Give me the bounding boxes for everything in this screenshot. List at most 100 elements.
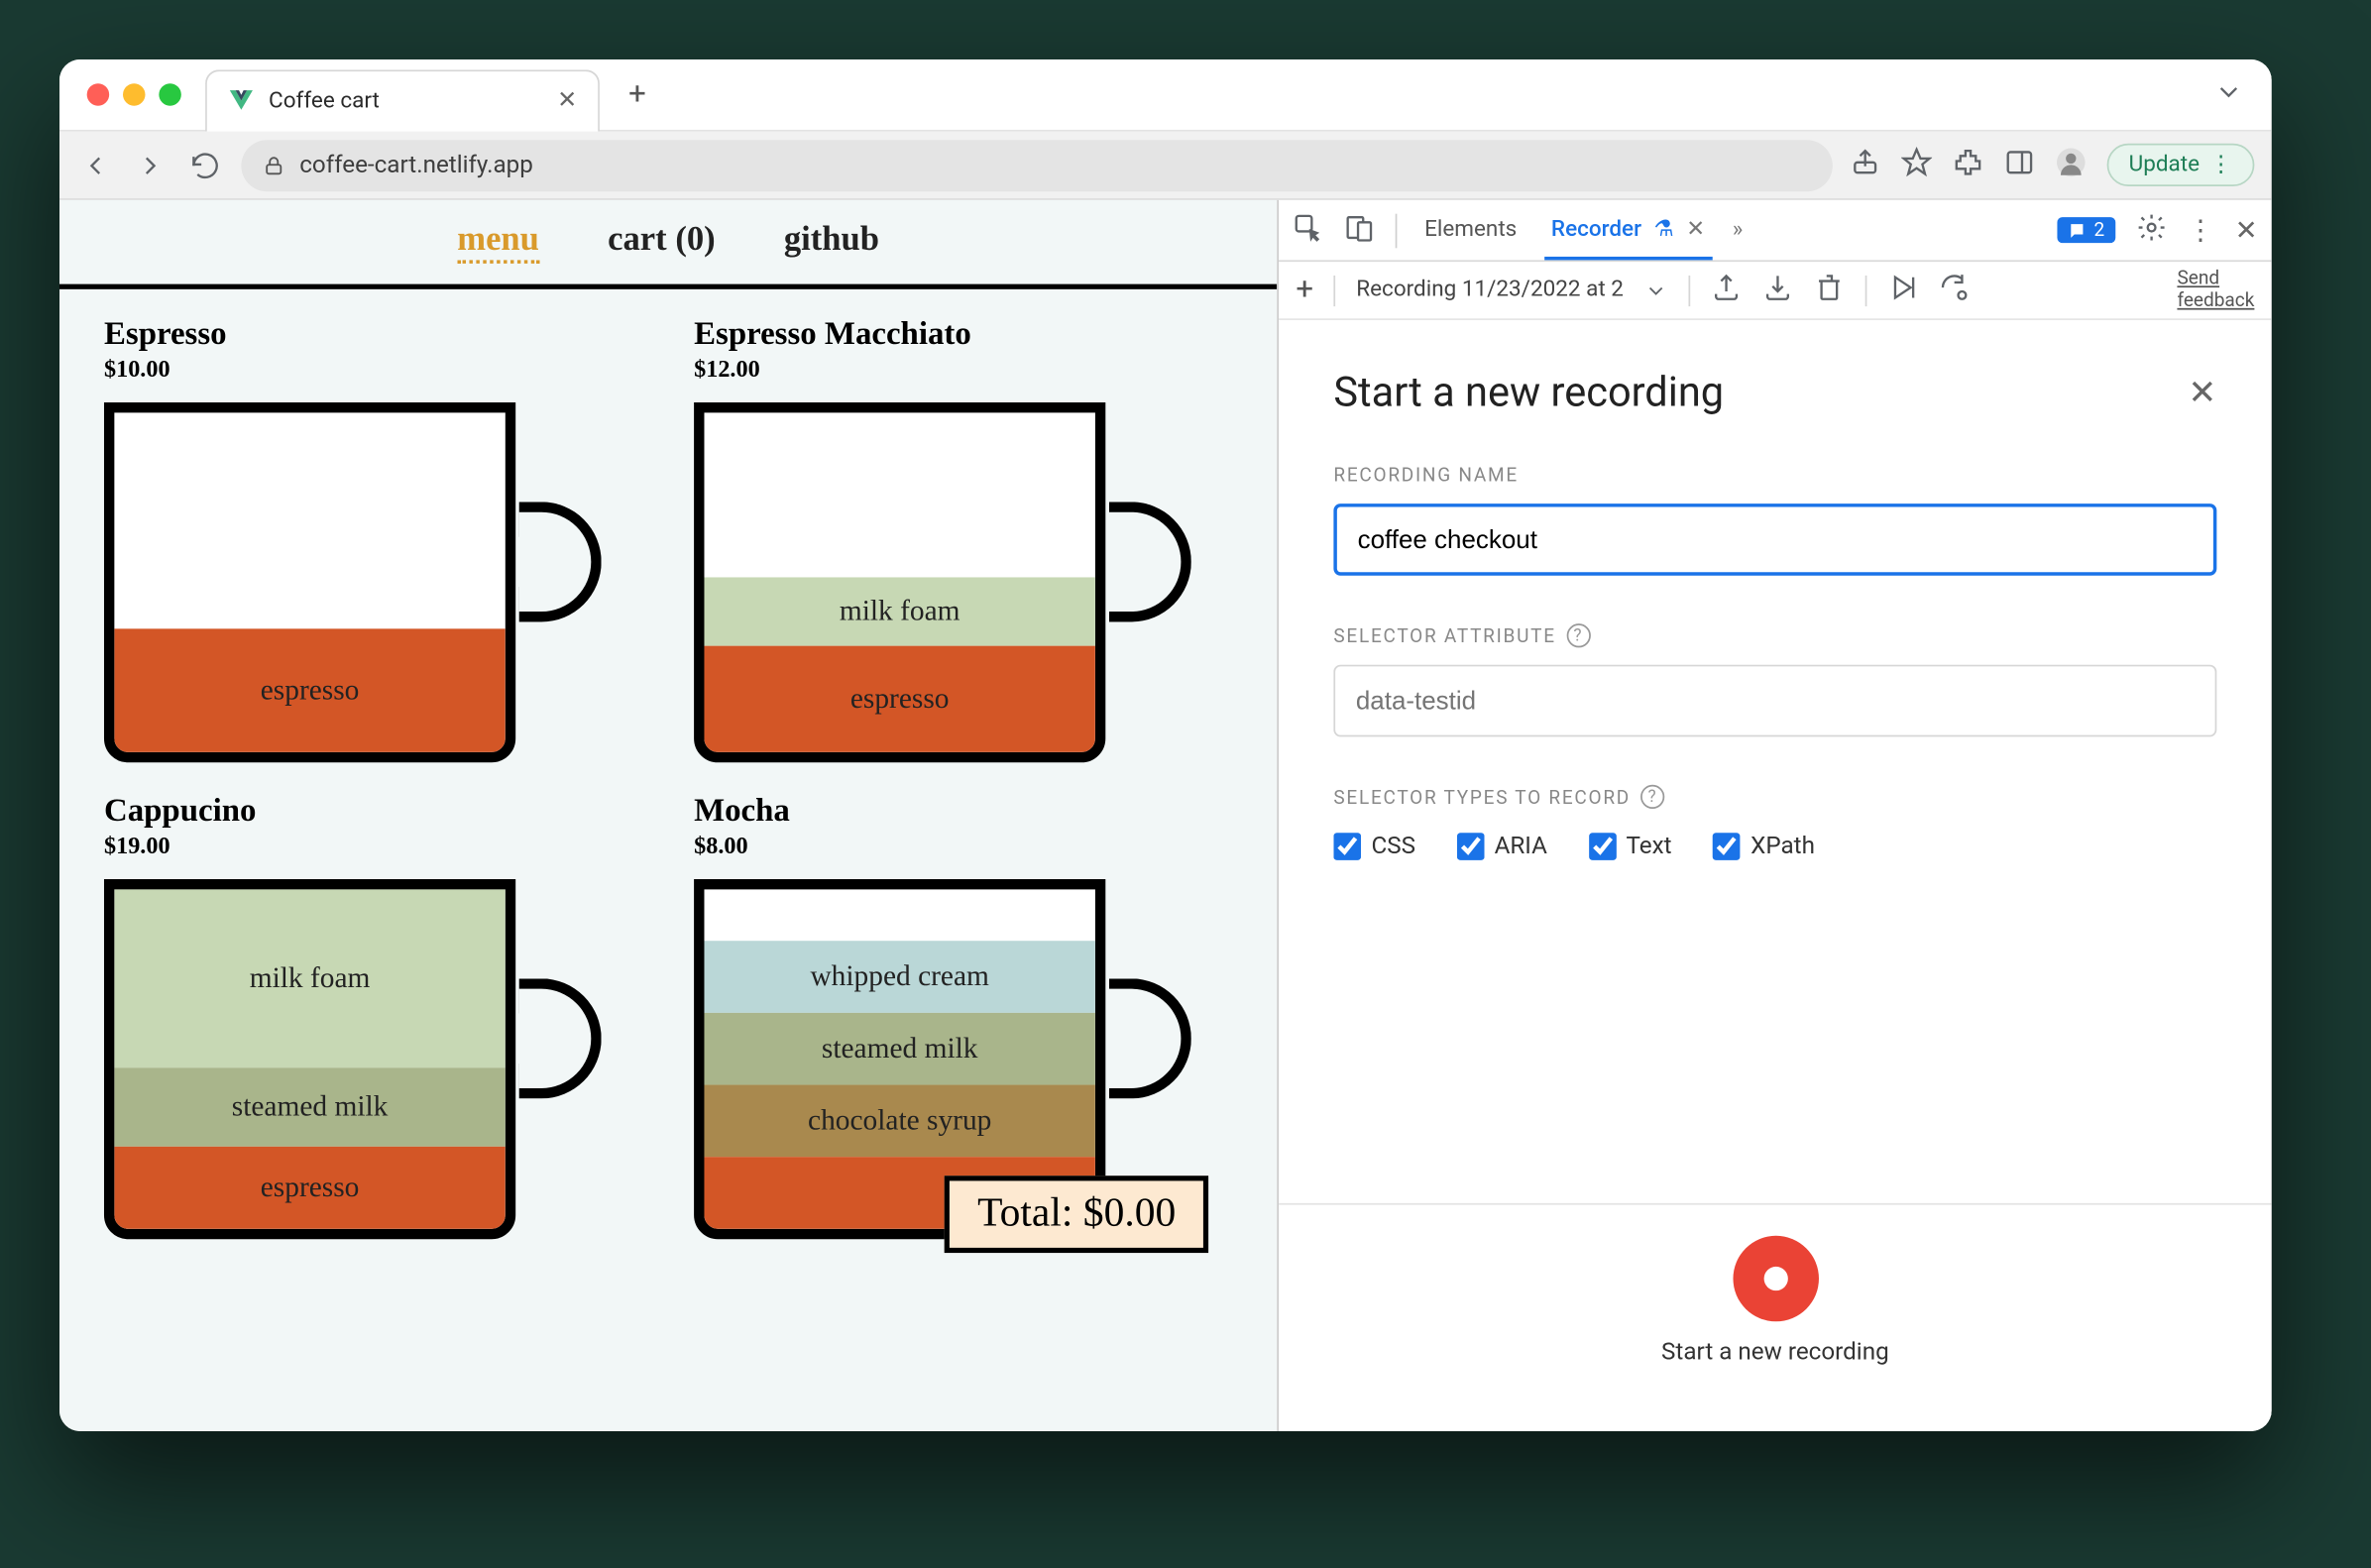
cup-handle-icon	[1109, 502, 1191, 621]
send-feedback-link[interactable]: Send feedback	[2177, 270, 2254, 311]
issues-badge[interactable]: 2	[2058, 217, 2114, 243]
check-text[interactable]: Text	[1588, 833, 1671, 860]
window-titlebar: Coffee cart ✕ +	[59, 59, 2272, 132]
selector-types-label: SELECTOR TYPES TO RECORD ?	[1333, 785, 2216, 809]
omnibox[interactable]: coffee-cart.netlify.app	[241, 139, 1832, 190]
coffee-layer: whipped cream	[704, 941, 1094, 1013]
gear-icon[interactable]	[2135, 211, 2166, 249]
check-css[interactable]: CSS	[1333, 833, 1415, 860]
record-button[interactable]	[1733, 1236, 1819, 1322]
product-name: Espresso Macchiato	[694, 317, 1232, 355]
product-price: $19.00	[104, 835, 642, 862]
flask-icon: ⚗	[1654, 216, 1674, 242]
close-window-icon[interactable]	[87, 83, 109, 105]
close-tab-icon[interactable]: ✕	[1686, 216, 1705, 242]
devtools-tab-strip: Elements Recorder ⚗ ✕ » 2 ⋮ ✕	[1279, 200, 2272, 262]
coffee-cup-icon: espressomilk foam	[694, 402, 1105, 762]
coffee-layer: milk foam	[704, 577, 1094, 645]
help-icon[interactable]: ?	[1640, 785, 1664, 809]
tab-recorder[interactable]: Recorder ⚗ ✕	[1544, 202, 1712, 259]
import-icon[interactable]	[1762, 272, 1793, 309]
browser-tab[interactable]: Coffee cart ✕	[205, 69, 600, 131]
coffee-layer: espresso	[114, 1147, 505, 1229]
panel-title: Start a new recording	[1333, 368, 1724, 415]
product-name: Mocha	[694, 793, 1232, 831]
vue-icon	[228, 87, 256, 115]
help-icon[interactable]: ?	[1566, 623, 1590, 647]
coffee-cup-icon: espressosteamed milkmilk foam	[104, 879, 515, 1239]
close-devtools-icon[interactable]: ✕	[2235, 214, 2258, 247]
product-name: Espresso	[104, 317, 642, 355]
page-nav: menu cart (0) github	[59, 200, 1277, 284]
recorder-toolbar: + Recording 11/23/2022 at 2 Send feedbac…	[1279, 262, 2272, 320]
extensions-icon[interactable]	[1952, 146, 1982, 183]
web-page: menu cart (0) github Espresso $10.00 espre…	[59, 200, 1277, 1431]
selector-attribute-label: SELECTOR ATTRIBUTE ?	[1333, 623, 2216, 647]
share-icon[interactable]	[1850, 146, 1880, 183]
replay-settings-icon[interactable]	[1939, 272, 1970, 309]
tabs-menu-icon[interactable]	[2213, 75, 2244, 113]
coffee-layer: steamed milk	[114, 1067, 505, 1147]
total-badge[interactable]: Total: $0.00	[945, 1176, 1208, 1253]
coffee-layer: steamed milk	[704, 1013, 1094, 1085]
coffee-layer: milk foam	[114, 889, 505, 1067]
selector-attribute-input[interactable]	[1333, 665, 2216, 737]
traffic-lights	[87, 83, 181, 105]
back-button[interactable]	[76, 146, 114, 183]
coffee-layer: chocolate syrup	[704, 1085, 1094, 1158]
cup-handle-icon	[1109, 978, 1191, 1098]
lock-icon	[262, 153, 285, 176]
check-xpath[interactable]: XPath	[1713, 833, 1815, 860]
kebab-icon[interactable]: ⋮	[2187, 214, 2214, 247]
delete-icon[interactable]	[1814, 272, 1845, 309]
product-card[interactable]: Espresso $10.00 espresso	[104, 317, 642, 763]
add-recording-icon[interactable]: +	[1296, 273, 1313, 308]
recording-name-label: RECORDING NAME	[1333, 464, 2216, 486]
new-tab-button[interactable]: +	[614, 70, 661, 118]
sidepanel-icon[interactable]	[2003, 146, 2034, 183]
close-tab-icon[interactable]: ✕	[557, 87, 577, 115]
reload-button[interactable]	[186, 146, 224, 183]
cup-handle-icon	[519, 978, 602, 1098]
recording-name-input[interactable]	[1333, 504, 2216, 576]
tab-title: Coffee cart	[269, 88, 380, 114]
recording-dropdown[interactable]: Recording 11/23/2022 at 2	[1356, 278, 1624, 303]
maximize-window-icon[interactable]	[159, 83, 180, 105]
product-card[interactable]: Mocha $8.00 chocolate syrupsteamed milkwhi…	[694, 793, 1232, 1239]
product-price: $10.00	[104, 358, 642, 386]
tab-elements[interactable]: Elements	[1417, 203, 1524, 257]
bookmark-icon[interactable]	[1901, 146, 1932, 183]
product-card[interactable]: Espresso Macchiato $12.00 espressomilk foa…	[694, 317, 1232, 763]
coffee-cup-icon: espresso	[104, 402, 515, 762]
cup-handle-icon	[519, 502, 602, 621]
close-panel-icon[interactable]: ✕	[2188, 372, 2216, 413]
nav-cart[interactable]: cart (0)	[608, 221, 716, 264]
browser-window: Coffee cart ✕ + coffee-cart.netlify.app …	[59, 59, 2272, 1431]
start-recording-label: Start a new recording	[1661, 1339, 1889, 1367]
product-name: Cappucino	[104, 793, 642, 831]
check-aria[interactable]: ARIA	[1457, 833, 1547, 860]
url-text: coffee-cart.netlify.app	[299, 152, 533, 179]
recorder-body: Start a new recording ✕ RECORDING NAME S…	[1279, 320, 2272, 1431]
nav-github[interactable]: github	[784, 221, 879, 264]
more-tabs-icon[interactable]: »	[1733, 217, 1744, 243]
product-price: $12.00	[694, 358, 1232, 386]
devtools-panel: Elements Recorder ⚗ ✕ » 2 ⋮ ✕	[1277, 200, 2271, 1431]
nav-menu[interactable]: menu	[457, 221, 539, 264]
device-icon[interactable]	[1344, 211, 1375, 249]
product-grid: Espresso$10.00espressoEspresso Macchiato…	[59, 289, 1277, 1267]
product-price: $8.00	[694, 835, 1232, 862]
forward-button[interactable]	[132, 146, 169, 183]
export-icon[interactable]	[1711, 272, 1742, 309]
inspect-icon[interactable]	[1293, 211, 1323, 249]
product-card[interactable]: Cappucino $19.00 espressosteamed milkmilk …	[104, 793, 642, 1239]
url-bar: coffee-cart.netlify.app Update ⋮	[59, 132, 2272, 200]
selector-type-checks: CSS ARIA Text XPath	[1333, 833, 2216, 860]
coffee-layer: espresso	[704, 646, 1094, 752]
chevron-down-icon[interactable]	[1644, 279, 1668, 302]
minimize-window-icon[interactable]	[123, 83, 145, 105]
replay-icon[interactable]	[1887, 272, 1918, 309]
profile-icon[interactable]	[2055, 146, 2086, 183]
recorder-footer: Start a new recording	[1279, 1203, 2272, 1384]
update-button[interactable]: Update ⋮	[2106, 144, 2254, 186]
